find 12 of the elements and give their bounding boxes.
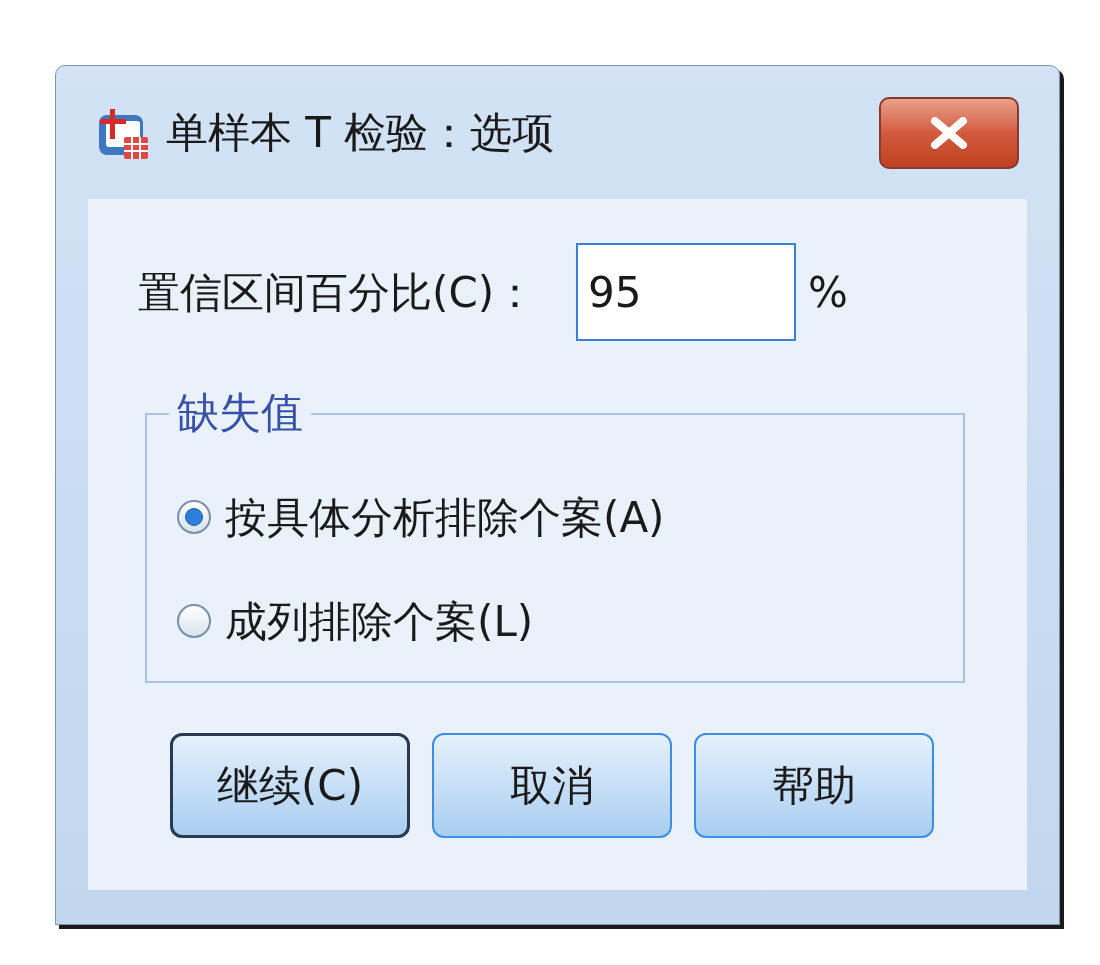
radio-button[interactable] [177, 500, 211, 534]
confidence-label: 置信区间百分比(C)： [138, 266, 537, 319]
option-label: 成列排除个案(L) [225, 595, 534, 648]
window-title: 单样本 T 检验：选项 [166, 111, 555, 154]
percent-label: % [808, 266, 849, 319]
dialog-button[interactable]: 继续(C) [170, 733, 410, 838]
option-label: 按具体分析排除个案(A) [225, 491, 665, 544]
close-button[interactable] [879, 96, 1019, 169]
radio-button[interactable] [177, 604, 211, 638]
confidence-input[interactable]: 95 [576, 243, 797, 341]
dialog-button[interactable]: 取消 [432, 733, 672, 838]
dialog-button[interactable]: 帮助 [694, 733, 934, 838]
